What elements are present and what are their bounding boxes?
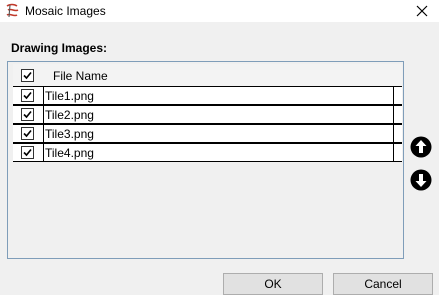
move-down-button[interactable] bbox=[410, 169, 432, 191]
table-row[interactable]: Tile1.png bbox=[13, 86, 402, 105]
row-divider bbox=[393, 87, 394, 104]
checkmark-icon bbox=[23, 91, 32, 100]
move-up-button[interactable] bbox=[410, 136, 432, 158]
cancel-button[interactable]: Cancel bbox=[333, 273, 433, 295]
title-bar: Mosaic Images bbox=[0, 0, 439, 22]
file-name-cell[interactable]: Tile3.png bbox=[45, 127, 94, 141]
row-divider bbox=[393, 106, 394, 123]
column-header-file-name[interactable]: File Name bbox=[53, 69, 108, 83]
row-checkbox[interactable] bbox=[21, 127, 34, 140]
checkmark-icon bbox=[23, 71, 32, 80]
row-checkbox[interactable] bbox=[21, 146, 34, 159]
ok-button[interactable]: OK bbox=[223, 273, 323, 295]
file-name-cell[interactable]: Tile1.png bbox=[45, 89, 94, 103]
table-row[interactable]: Tile2.png bbox=[13, 105, 402, 124]
grid-header: File Name bbox=[13, 64, 402, 87]
header-check-cell bbox=[13, 64, 43, 86]
row-divider bbox=[393, 144, 394, 161]
file-name-cell[interactable]: Tile2.png bbox=[45, 108, 94, 122]
close-icon bbox=[416, 5, 428, 17]
mosaic-app-icon bbox=[6, 3, 19, 18]
select-all-checkbox[interactable] bbox=[21, 69, 34, 82]
row-checkbox[interactable] bbox=[21, 89, 34, 102]
window-title: Mosaic Images bbox=[25, 4, 106, 18]
table-row[interactable]: Tile4.png bbox=[13, 143, 402, 162]
row-check-cell bbox=[13, 106, 44, 123]
checkmark-icon bbox=[23, 129, 32, 138]
file-name-cell[interactable]: Tile4.png bbox=[45, 146, 94, 160]
checkmark-icon bbox=[23, 110, 32, 119]
row-check-cell bbox=[13, 125, 44, 142]
row-check-cell bbox=[13, 87, 44, 104]
checkmark-icon bbox=[23, 148, 32, 157]
row-checkbox[interactable] bbox=[21, 108, 34, 121]
row-check-cell bbox=[13, 144, 44, 161]
images-grid[interactable]: File Name Tile1.png Tile2.png Tile3.png … bbox=[7, 61, 404, 259]
table-row[interactable]: Tile3.png bbox=[13, 124, 402, 143]
row-divider bbox=[393, 125, 394, 142]
section-label: Drawing Images: bbox=[11, 41, 108, 55]
close-button[interactable] bbox=[405, 0, 439, 22]
arrow-up-circle-icon bbox=[410, 136, 432, 158]
arrow-down-circle-icon bbox=[410, 169, 432, 191]
